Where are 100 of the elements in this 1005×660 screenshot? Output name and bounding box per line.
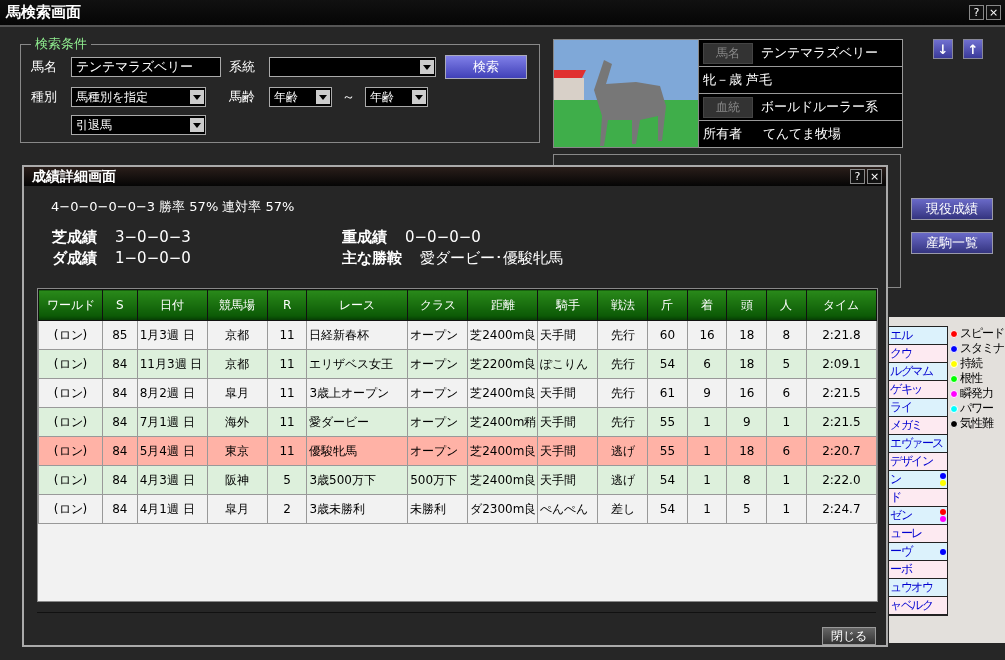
horse-list-item[interactable]: ャベルク: [889, 597, 947, 615]
table-cell: (ロン): [38, 494, 103, 524]
age-to-select[interactable]: 年齢: [365, 87, 428, 107]
horse-list-item[interactable]: ュウオウ: [889, 579, 947, 597]
horse-list-item[interactable]: クウ: [889, 345, 947, 363]
table-cell: 2:22.0: [806, 465, 877, 495]
stat-label: 重成績: [342, 228, 387, 247]
close-button[interactable]: ×: [867, 169, 882, 184]
close-button[interactable]: ×: [986, 5, 1001, 20]
record-summary: 4−0−0−0−0−3 勝率 57% 連対率 57%: [51, 198, 296, 216]
info-value: 牝－歳 芦毛: [703, 71, 773, 89]
table-cell: 6: [687, 349, 727, 379]
stat-value: 1−0−0−0: [115, 249, 191, 268]
table-cell: (ロン): [38, 320, 103, 350]
table-cell: 1: [766, 465, 807, 495]
legend-label: スピード: [960, 325, 1004, 342]
horse-list-item[interactable]: ゼン: [889, 507, 947, 525]
table-cell: 2: [267, 494, 307, 524]
table-cell: 84: [102, 378, 138, 408]
side-button[interactable]: 産駒一覧: [911, 232, 993, 254]
table-cell: 3歳上オープン: [306, 378, 408, 408]
table-cell: 5月4週 日: [137, 436, 208, 466]
table-cell: 3歳未勝利: [306, 494, 408, 524]
move-up-button[interactable]: ↑: [963, 39, 983, 59]
table-cell: 愛ダービー: [306, 407, 408, 437]
window-title: 馬検索画面: [6, 3, 81, 22]
column-header: クラス: [407, 289, 468, 321]
column-header: レース: [306, 289, 408, 321]
info-value: ボールドルーラー系: [761, 98, 878, 116]
column-header: 人: [766, 289, 807, 321]
horse-list-item[interactable]: ーヴ: [889, 543, 947, 561]
lineage-select[interactable]: [269, 57, 436, 77]
table-cell: 4月1週 日: [137, 494, 208, 524]
table-cell: オープン: [407, 407, 468, 437]
table-cell: ダ2300m良: [467, 494, 538, 524]
table-cell: 皐月: [207, 494, 268, 524]
table-cell: 5: [766, 349, 807, 379]
info-value: テンテマラズベリー: [761, 44, 878, 62]
table-cell: 1月3週 日: [137, 320, 208, 350]
table-cell: 芝2400m良: [467, 465, 538, 495]
table-cell: 16: [726, 378, 767, 408]
table-cell: 9: [687, 378, 727, 408]
horse-name-field[interactable]: テンテマラズベリー: [71, 57, 221, 77]
move-down-button[interactable]: ↓: [933, 39, 953, 59]
table-cell: 1: [687, 494, 727, 524]
table-cell: 5: [267, 465, 307, 495]
status-select[interactable]: 引退馬: [71, 115, 206, 135]
horse-list-item[interactable]: メガミ: [889, 417, 947, 435]
table-cell: ぽこりん: [537, 349, 598, 379]
legend-label: 根性: [960, 370, 982, 387]
column-header: ワールド: [38, 289, 103, 321]
column-header: 斤: [647, 289, 688, 321]
table-cell: 11: [267, 320, 307, 350]
table-cell: 6: [766, 378, 807, 408]
close-dialog-button[interactable]: 閉じる: [822, 627, 876, 645]
horse-list-item[interactable]: ーボ: [889, 561, 947, 579]
table-cell: 84: [102, 436, 138, 466]
table-cell: (ロン): [38, 378, 103, 408]
column-header: 着: [687, 289, 727, 321]
table-cell: 84: [102, 349, 138, 379]
table-cell: 60: [647, 320, 688, 350]
horse-list-item[interactable]: ューレ: [889, 525, 947, 543]
table-cell: 東京: [207, 436, 268, 466]
table-cell: (ロン): [38, 407, 103, 437]
table-cell: 6: [766, 436, 807, 466]
dialog-title: 成績詳細画面: [32, 167, 116, 186]
horse-list-item[interactable]: ド: [889, 489, 947, 507]
table-cell: 4月3週 日: [137, 465, 208, 495]
stat-label: 芝成績: [52, 228, 97, 247]
horse-list-item[interactable]: ライ: [889, 399, 947, 417]
horse-list-item[interactable]: ン: [889, 471, 947, 489]
info-value: てんてま牧場: [763, 125, 841, 143]
stat-value: 愛ダービー･優駿牝馬: [420, 249, 563, 268]
table-cell: 未勝利: [407, 494, 468, 524]
table-cell: オープン: [407, 320, 468, 350]
horse-list-item[interactable]: エヴァース: [889, 435, 947, 453]
help-button[interactable]: ?: [850, 169, 865, 184]
type-select[interactable]: 馬種別を指定: [71, 87, 206, 107]
horse-list-item[interactable]: ゲキッ: [889, 381, 947, 399]
stat-label: ダ成績: [52, 249, 97, 268]
age-from-select[interactable]: 年齢: [269, 87, 332, 107]
side-button[interactable]: 現役成績: [911, 198, 993, 220]
table-cell: オープン: [407, 436, 468, 466]
column-header: 日付: [137, 289, 208, 321]
table-cell: 1: [687, 436, 727, 466]
table-cell: 9: [726, 407, 767, 437]
table-cell: 84: [102, 407, 138, 437]
table-cell: 先行: [597, 349, 648, 379]
table-cell: 500万下: [407, 465, 468, 495]
horse-list-item[interactable]: ルグマム: [889, 363, 947, 381]
table-cell: 京都: [207, 320, 268, 350]
horse-list-item[interactable]: エル: [889, 327, 947, 345]
field-label: 種別: [31, 88, 58, 106]
horse-list-item[interactable]: デザイン: [889, 453, 947, 471]
help-button[interactable]: ?: [969, 5, 984, 20]
table-cell: 18: [726, 436, 767, 466]
table-cell: 11: [267, 349, 307, 379]
search-button[interactable]: 検索: [445, 55, 527, 79]
table-cell: 芝2400m良: [467, 436, 538, 466]
table-cell: 2:21.8: [806, 320, 877, 350]
